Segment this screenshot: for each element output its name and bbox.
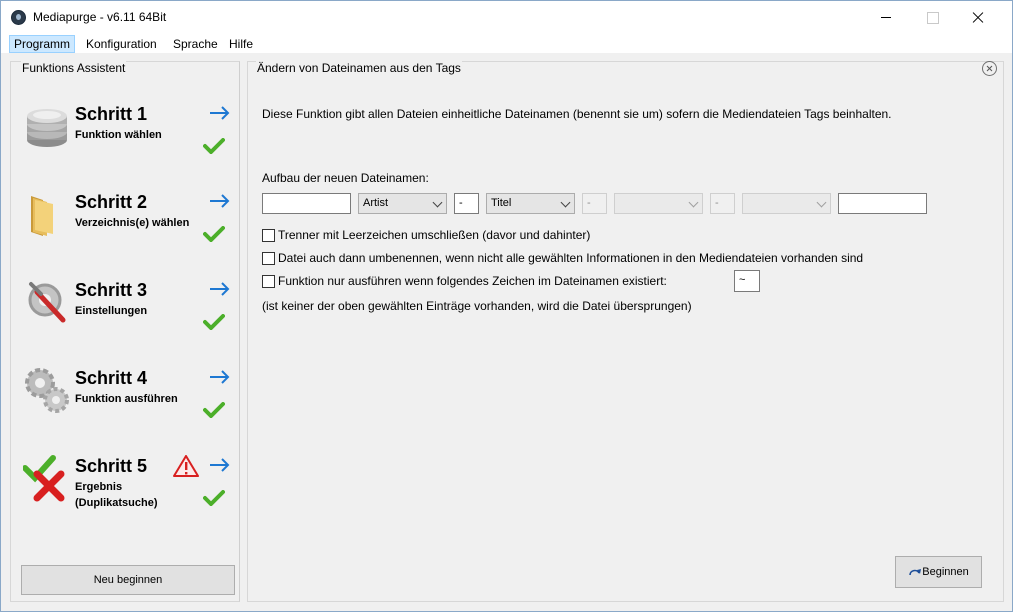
tag-select-3[interactable] bbox=[614, 193, 703, 214]
checkbox[interactable] bbox=[262, 252, 275, 265]
app-logo-icon bbox=[11, 10, 26, 25]
panel-title: Ändern von Dateinamen aus den Tags bbox=[256, 61, 462, 75]
step-2-title: Schritt 2 bbox=[75, 192, 148, 212]
arrow-right-icon bbox=[210, 458, 230, 472]
step-5-subtitle-line1: Ergebnis bbox=[75, 481, 123, 493]
arrow-right-icon bbox=[210, 370, 230, 384]
arrow-right-icon bbox=[210, 282, 230, 296]
menu-konfiguration[interactable]: Konfiguration bbox=[81, 35, 162, 53]
title-bar: Mediapurge - v6.11 64Bit bbox=[1, 1, 1012, 33]
close-panel-icon[interactable] bbox=[982, 61, 997, 76]
close-window-button[interactable] bbox=[955, 1, 1001, 33]
filename-structure-label: Aufbau der neuen Dateinamen: bbox=[262, 171, 429, 185]
step-3[interactable]: Schritt 3 Einstellungen bbox=[23, 278, 233, 358]
settings-tools-icon bbox=[28, 282, 66, 323]
prefix-input[interactable] bbox=[262, 193, 351, 214]
tag-select-1-value: Artist bbox=[363, 197, 389, 209]
warning-icon bbox=[173, 455, 199, 477]
start-button-label: Beginnen bbox=[922, 566, 969, 578]
step-4[interactable]: Schritt 4 Funktion ausführen bbox=[23, 366, 233, 446]
skip-note: (ist keiner der oben gewählten Einträge … bbox=[262, 299, 692, 313]
function-panel: Ändern von Dateinamen aus den Tags Diese… bbox=[247, 61, 1004, 602]
separator-input-3[interactable]: - bbox=[710, 193, 735, 214]
checkmark-icon bbox=[203, 402, 225, 418]
step-5-title: Schritt 5 bbox=[75, 456, 148, 476]
step-2-subtitle: Verzeichnis(e) wählen bbox=[75, 217, 190, 229]
step-1[interactable]: Schritt 1 Funktion wählen bbox=[23, 102, 233, 182]
required-char-input[interactable]: ~ bbox=[734, 270, 760, 292]
chevron-down-icon bbox=[560, 197, 571, 208]
app-window: Mediapurge - v6.11 64Bit Programm Konfig… bbox=[0, 0, 1013, 612]
step-5-subtitle: Ergebnis (Duplikatsuche) bbox=[75, 479, 158, 511]
option-label: Funktion nur ausführen wenn folgendes Ze… bbox=[278, 274, 667, 288]
tag-select-2[interactable]: Titel bbox=[486, 193, 575, 214]
step-3-title: Schritt 3 bbox=[75, 280, 148, 300]
step-4-subtitle: Funktion ausführen bbox=[75, 393, 178, 405]
redo-icon bbox=[909, 569, 921, 576]
chevron-down-icon bbox=[432, 197, 443, 208]
chevron-down-icon bbox=[816, 197, 827, 208]
option-label: Trenner mit Leerzeichen umschließen (dav… bbox=[278, 228, 591, 242]
separator-input-1[interactable]: - bbox=[454, 193, 479, 214]
step-3-subtitle: Einstellungen bbox=[75, 305, 148, 317]
maximize-button[interactable] bbox=[909, 1, 955, 33]
step-5[interactable]: Schritt 5 Ergebnis (Duplikatsuche) bbox=[23, 454, 233, 534]
menu-bar: Programm Konfiguration Sprache Hilfe bbox=[1, 33, 1012, 54]
step-1-subtitle: Funktion wählen bbox=[75, 129, 162, 141]
step-4-title: Schritt 4 bbox=[75, 368, 148, 388]
menu-hilfe[interactable]: Hilfe bbox=[224, 35, 258, 53]
menu-sprache[interactable]: Sprache bbox=[168, 35, 223, 53]
restart-button[interactable]: Neu beginnen bbox=[21, 565, 235, 595]
checkmark-icon bbox=[203, 226, 225, 242]
tag-select-1[interactable]: Artist bbox=[358, 193, 447, 214]
step-5-subtitle-line2: (Duplikatsuche) bbox=[75, 497, 158, 509]
arrow-right-icon bbox=[210, 106, 230, 120]
checkmark-icon bbox=[203, 490, 225, 506]
start-button[interactable]: Beginnen bbox=[895, 556, 982, 588]
separator-input-2[interactable]: - bbox=[582, 193, 607, 214]
result-check-x-icon bbox=[23, 455, 65, 502]
gears-icon bbox=[25, 368, 69, 413]
step-1-title: Schritt 1 bbox=[75, 104, 148, 124]
minimize-button[interactable] bbox=[863, 1, 909, 33]
checkmark-icon bbox=[203, 314, 225, 330]
tag-select-4[interactable] bbox=[742, 193, 831, 214]
checkmark-icon bbox=[203, 138, 225, 154]
folder-icon bbox=[31, 196, 53, 236]
function-description: Diese Funktion gibt allen Dateien einhei… bbox=[262, 107, 892, 121]
arrow-right-icon bbox=[210, 194, 230, 208]
wizard-panel: Funktions Assistent Schritt 1 Funktion w… bbox=[10, 61, 240, 602]
checkbox[interactable] bbox=[262, 229, 275, 242]
window-title: Mediapurge - v6.11 64Bit bbox=[33, 10, 167, 24]
menu-programm[interactable]: Programm bbox=[9, 35, 76, 53]
database-icon bbox=[27, 109, 67, 147]
suffix-input[interactable] bbox=[838, 193, 927, 214]
checkbox[interactable] bbox=[262, 275, 275, 288]
chevron-down-icon bbox=[688, 197, 699, 208]
option-label: Datei auch dann umbenennen, wenn nicht a… bbox=[278, 251, 864, 265]
wizard-title: Funktions Assistent bbox=[21, 61, 127, 75]
tag-select-2-value: Titel bbox=[491, 197, 512, 209]
step-2[interactable]: Schritt 2 Verzeichnis(e) wählen bbox=[23, 190, 233, 270]
